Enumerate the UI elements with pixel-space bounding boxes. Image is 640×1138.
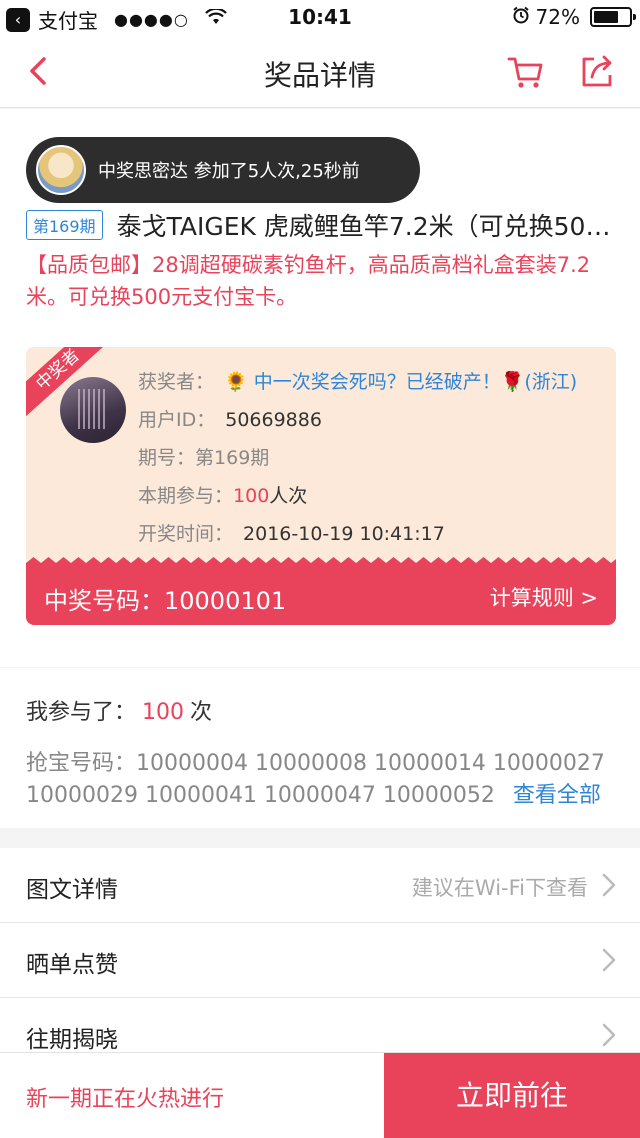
participation-suffix: 次 (190, 700, 213, 725)
product-name: 泰戈TAIGEK 虎威鲤鱼竿7.2米（可兑换500元支付宝卡） (116, 212, 626, 241)
issue-row: 期号：第169期 (138, 443, 269, 470)
chevron-right-icon (602, 1023, 616, 1047)
go-now-button[interactable]: 立即前往 (384, 1053, 640, 1138)
my-participation-count: 我参与了： 100 次 (26, 694, 212, 726)
winner-name-link[interactable]: 🌻 中一次奖会死吗？已经破产！🌹(浙江) (224, 371, 577, 393)
participate-unit: 人次 (269, 485, 308, 507)
status-bar: ‹ 支付宝 ●●●●○ 10:41 72% (0, 0, 640, 36)
user-id-label: 用户ID： (138, 409, 216, 431)
battery-icon (590, 7, 636, 27)
menu-item-hint: 建议在Wi-Fi下查看 (411, 876, 588, 900)
menu-item-share-likes[interactable]: 晒单点赞 (0, 923, 640, 998)
toast-avatar (36, 145, 86, 195)
participate-label: 本期参与： (138, 485, 234, 507)
winning-number-row: 中奖号码：10000101 (44, 581, 286, 616)
menu-item-label: 图文详情 (26, 877, 118, 903)
view-all-link[interactable]: 查看全部 (513, 783, 601, 808)
user-id-value: 50669886 (225, 409, 322, 431)
status-right: 72% (512, 5, 636, 29)
calculation-rules-link[interactable]: 计算规则 > (490, 582, 598, 612)
participate-row: 本期参与：100人次 (138, 481, 307, 508)
draw-time-row: 开奖时间： 2016-10-19 10:41:17 (138, 519, 445, 546)
product-section: 中奖思密达 参加了5人次,25秒前 第169期 泰戈TAIGEK 虎威鲤鱼竿7.… (0, 109, 640, 667)
back-to-app-icon[interactable]: ‹ (6, 7, 30, 32)
winner-label: 获奖者： (138, 371, 215, 393)
winner-card: 中奖者 获奖者： 🌻 中一次奖会死吗？已经破产！🌹(浙江) 用户ID： 506698… (26, 347, 616, 625)
status-left: ‹ 支付宝 ●●●●○ (6, 5, 227, 34)
draw-time-value: 2016-10-19 10:41:17 (243, 523, 445, 545)
toast-text: 中奖思密达 参加了5人次,25秒前 (98, 161, 360, 182)
issue-badge: 第169期 (26, 210, 103, 240)
my-participation-section: 我参与了： 100 次 抢宝号码：10000004 10000008 1000001… (0, 668, 640, 828)
issue-label: 期号： (138, 447, 196, 469)
signal-strength-icon: ●●●●○ (114, 10, 189, 29)
draw-time-label: 开奖时间： (138, 523, 234, 545)
product-title-row: 第169期 泰戈TAIGEK 虎威鲤鱼竿7.2米（可兑换500元支付宝卡） (26, 205, 626, 245)
winning-number-label: 中奖号码： (44, 587, 164, 615)
share-icon[interactable] (578, 53, 616, 91)
chevron-right-icon (602, 948, 616, 972)
menu-item-label: 往期揭晓 (26, 1027, 118, 1053)
chevron-right-icon (602, 873, 616, 897)
wifi-icon (205, 7, 227, 30)
nav-bar: 奖品详情 (0, 36, 640, 108)
issue-value: 第169期 (195, 447, 270, 469)
winner-name-row: 获奖者： 🌻 中一次奖会死吗？已经破产！🌹(浙江) (138, 367, 598, 394)
bottom-bar: 新一期正在火热进行 立即前往 (0, 1052, 640, 1138)
back-app-label[interactable]: 支付宝 (38, 5, 98, 34)
new-issue-status: 新一期正在火热进行 (26, 1087, 225, 1112)
product-description: 【品质包邮】28调超硬碳素钓鱼杆，高品质高档礼盒套装7.2米。可兑换500元支付… (26, 253, 591, 309)
codes-label: 抢宝号码： (26, 751, 137, 776)
menu-item-details[interactable]: 图文详情 建议在Wi-Fi下查看 (0, 848, 640, 923)
menu-list: 图文详情 建议在Wi-Fi下查看 晒单点赞 往期揭晓 (0, 848, 640, 1073)
lottery-codes: 抢宝号码：10000004 10000008 10000014 10000027… (26, 748, 626, 812)
winner-info: 中奖者 获奖者： 🌻 中一次奖会死吗？已经破产！🌹(浙江) 用户ID： 506698… (26, 347, 616, 559)
winning-number-value: 10000101 (164, 587, 287, 615)
winner-avatar[interactable] (60, 377, 126, 443)
menu-item-label: 晒单点赞 (26, 952, 118, 978)
user-id-row: 用户ID： 50669886 (138, 405, 322, 432)
page-title: 奖品详情 (263, 59, 376, 92)
cart-icon[interactable] (506, 53, 544, 91)
participation-toast: 中奖思密达 参加了5人次,25秒前 (26, 137, 420, 203)
participation-count: 100 (142, 700, 185, 725)
alarm-icon (512, 5, 530, 29)
participation-prefix: 我参与了： (26, 700, 137, 725)
winning-number-bar: 中奖号码：10000101 计算规则 > (26, 567, 616, 625)
battery-fill (594, 11, 619, 23)
battery-percent: 72% (535, 5, 580, 29)
chevron-left-icon[interactable] (22, 54, 56, 88)
participate-count: 100 (233, 485, 270, 507)
